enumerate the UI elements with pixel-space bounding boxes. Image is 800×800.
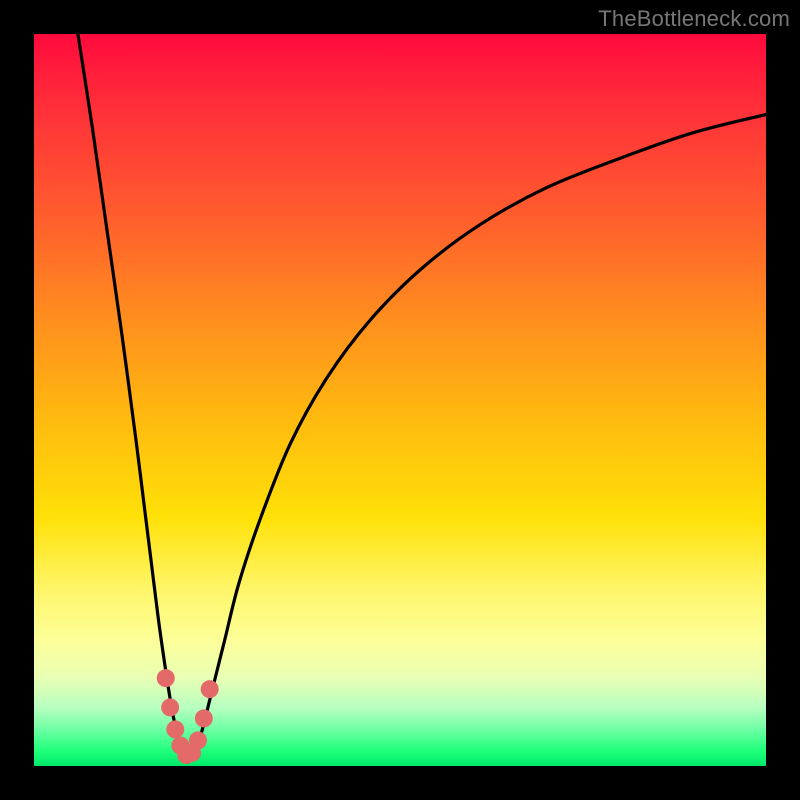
curve-right-branch xyxy=(188,115,766,763)
chart-frame: TheBottleneck.com xyxy=(0,0,800,800)
plot-area xyxy=(34,34,766,766)
highlight-dot xyxy=(189,731,207,749)
watermark-text: TheBottleneck.com xyxy=(598,6,790,32)
curve-left-branch xyxy=(78,34,188,762)
highlight-dot xyxy=(195,709,213,727)
curve-layer xyxy=(34,34,766,766)
highlight-dot xyxy=(161,698,179,716)
highlight-dot xyxy=(201,680,219,698)
highlight-dot xyxy=(157,669,175,687)
highlight-dot xyxy=(166,720,184,738)
highlight-dots xyxy=(157,669,219,764)
